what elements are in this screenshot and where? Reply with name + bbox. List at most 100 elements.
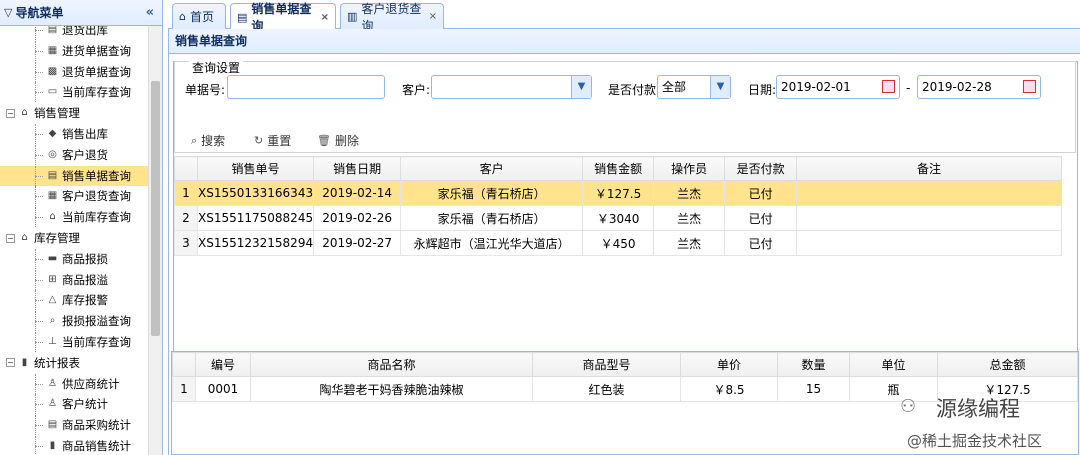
close-tab-icon[interactable]: × bbox=[429, 11, 437, 22]
column-header[interactable]: 备注 bbox=[796, 156, 1062, 181]
close-tab-icon[interactable]: × bbox=[321, 12, 329, 23]
tree-item-label: 报损报溢查询 bbox=[62, 314, 131, 329]
column-header[interactable]: 操作员 bbox=[653, 156, 726, 181]
delete-button-label: 删除 bbox=[334, 134, 359, 148]
home-icon: ⌂ bbox=[49, 211, 56, 223]
calendar-icon[interactable] bbox=[1023, 80, 1036, 93]
tree-item-label: 退货出库 bbox=[62, 26, 108, 37]
reset-button[interactable]: ↻ 重置 bbox=[254, 132, 291, 149]
tree-line bbox=[35, 321, 43, 323]
tree-line bbox=[35, 30, 43, 31]
column-header[interactable]: 销售日期 bbox=[313, 156, 402, 181]
tab-home[interactable]: ⌂ 首页 bbox=[172, 3, 226, 29]
table-cell: 已付 bbox=[724, 180, 798, 206]
calendar-icon[interactable] bbox=[882, 80, 895, 93]
table-cell: 兰杰 bbox=[653, 180, 726, 206]
search-icon: ⌕ bbox=[49, 315, 56, 327]
search-button[interactable]: ⌕ 搜索 bbox=[191, 132, 225, 149]
tree-item-label: 商品报损 bbox=[62, 251, 108, 266]
main-panel: 销售单据查询 查询设置 单据号: 客户: ▼ 是否付款: 全部 ▼ 日期: 20… bbox=[168, 29, 1080, 455]
collapse-node-icon[interactable]: − bbox=[6, 358, 15, 368]
tree-line bbox=[35, 258, 43, 260]
collapse-node-icon[interactable]: − bbox=[6, 233, 15, 243]
scrollbar-thumb[interactable] bbox=[151, 81, 160, 336]
column-header[interactable]: 是否付款 bbox=[724, 156, 798, 181]
tree-line bbox=[35, 92, 43, 94]
doc-icon: ▤ bbox=[47, 419, 58, 431]
collapse-node-icon[interactable]: − bbox=[6, 108, 15, 118]
column-header[interactable]: 商品名称 bbox=[250, 352, 533, 377]
table-cell: ￥450 bbox=[582, 230, 655, 256]
tree-group[interactable]: − ⌂ 销售管理 bbox=[0, 103, 148, 123]
tree-item[interactable]: △ 库存报警 bbox=[0, 290, 148, 311]
table-row[interactable]: 3 XS1551232158294 2019-02-27 永辉超市（温江光华大道店） ￥… bbox=[174, 230, 1062, 256]
column-header[interactable]: 销售单号 bbox=[196, 156, 315, 181]
paid-combo[interactable]: 全部 ▼ bbox=[657, 75, 731, 99]
user-icon: ♙ bbox=[48, 377, 57, 389]
table-row[interactable]: 2 XS1551175088245 2019-02-26 家乐福（青石桥店） ￥3040… bbox=[174, 205, 1062, 231]
tree-line bbox=[35, 175, 43, 177]
tree-group[interactable]: − ⌂ 库存管理 bbox=[0, 228, 148, 248]
table-cell bbox=[796, 180, 1062, 206]
tree-item-label: 商品销售统计 bbox=[62, 439, 131, 453]
column-header[interactable]: 单位 bbox=[849, 352, 938, 377]
tree-item[interactable]: ▬ 商品报损 bbox=[0, 248, 148, 269]
tree-item[interactable]: ⊞ 商品报溢 bbox=[0, 269, 148, 290]
chevron-down-icon[interactable]: ▼ bbox=[710, 76, 730, 98]
tree-line bbox=[35, 404, 43, 406]
query-area: 查询设置 单据号: 客户: ▼ 是否付款: 全部 ▼ 日期: 2019-02-0… bbox=[173, 59, 1078, 374]
table-cell: XS1551232158294 bbox=[196, 230, 315, 256]
chevron-down-icon[interactable]: ▼ bbox=[571, 76, 591, 98]
tree-item-label: 商品报溢 bbox=[62, 272, 108, 287]
column-header[interactable]: 数量 bbox=[777, 352, 850, 377]
tree-item[interactable]: ⌕ 报损报溢查询 bbox=[0, 311, 148, 332]
tree-item[interactable]: ▩ 退货单据查询 bbox=[0, 61, 148, 82]
tree-item[interactable]: ♙ 供应商统计 bbox=[0, 373, 148, 394]
table-cell: 家乐福（青石桥店） bbox=[400, 205, 584, 231]
tab-sales-query[interactable]: ▤ 销售单据查询 × bbox=[230, 2, 336, 33]
date-from-input[interactable]: 2019-02-01 bbox=[776, 75, 900, 99]
tree-item[interactable]: ▦ 客户退货查询 bbox=[0, 186, 148, 207]
sidebar-scrollbar[interactable] bbox=[148, 26, 162, 455]
column-header[interactable]: 单价 bbox=[680, 352, 778, 377]
paid-label: 是否付款: bbox=[608, 83, 661, 97]
column-header[interactable]: 销售金额 bbox=[582, 156, 655, 181]
tree-item-label: 客户退货 bbox=[62, 147, 108, 162]
tree-item[interactable]: ◆ 销售出库 bbox=[0, 124, 148, 144]
tree-item[interactable]: ▤ 商品采购统计 bbox=[0, 415, 148, 436]
tree-item[interactable]: ▤ 销售单据查询 bbox=[0, 165, 148, 186]
tree-item[interactable]: ⊥ 当前库存查询 bbox=[0, 332, 148, 352]
tree-item[interactable]: ▤ 退货出库 bbox=[0, 26, 148, 40]
doc-icon: ▤ bbox=[47, 169, 58, 181]
tree-item[interactable]: ⌂ 当前库存查询 bbox=[0, 207, 148, 228]
column-header[interactable]: 客户 bbox=[400, 156, 584, 181]
column-header[interactable]: 编号 bbox=[195, 352, 251, 377]
column-header[interactable]: 商品型号 bbox=[532, 352, 681, 377]
detail-grid-header: 编号 商品名称 商品型号 单价 数量 单位 总金额 bbox=[172, 352, 1078, 377]
panel-title: 销售单据查询 bbox=[169, 29, 1080, 54]
search-doc-icon: ▦ bbox=[47, 44, 58, 56]
bill-no-input[interactable] bbox=[227, 75, 385, 99]
tree-item[interactable]: ◎ 客户退货 bbox=[0, 144, 148, 165]
tree-item[interactable]: ♙ 客户统计 bbox=[0, 394, 148, 415]
nav-triangle-icon: ▽ bbox=[4, 6, 13, 19]
table-cell: 2019-02-14 bbox=[313, 180, 402, 206]
query-legend: 查询设置 bbox=[189, 59, 244, 76]
date-from-value: 2019-02-01 bbox=[781, 80, 851, 94]
tree-line bbox=[35, 134, 43, 135]
tree-item-label: 退货单据查询 bbox=[62, 64, 131, 79]
table-row[interactable]: 1 XS1550133166343 2019-02-14 家乐福（青石桥店） ￥127.… bbox=[174, 180, 1062, 206]
sales-grid-header: 销售单号 销售日期 客户 销售金额 操作员 是否付款 备注 bbox=[174, 156, 1062, 181]
tree-item-label: 库存报警 bbox=[62, 293, 108, 308]
date-to-input[interactable]: 2019-02-28 bbox=[917, 75, 1041, 99]
customer-combo[interactable]: ▼ bbox=[431, 75, 592, 99]
column-header[interactable]: 总金额 bbox=[937, 352, 1078, 377]
tab-customer-return-query[interactable]: ▥ 客户退货查询 × bbox=[340, 2, 444, 33]
tree-item[interactable]: ▮ 商品销售统计 bbox=[0, 436, 148, 455]
delete-button[interactable]: 🗑 删除 bbox=[317, 132, 359, 149]
tree-line bbox=[35, 425, 43, 427]
tree-item[interactable]: ▭ 当前库存查询 bbox=[0, 82, 148, 103]
tree-group[interactable]: − ▮ 统计报表 bbox=[0, 353, 148, 373]
collapse-sidebar-icon[interactable]: « bbox=[146, 5, 154, 20]
tree-item[interactable]: ▦ 进货单据查询 bbox=[0, 40, 148, 61]
